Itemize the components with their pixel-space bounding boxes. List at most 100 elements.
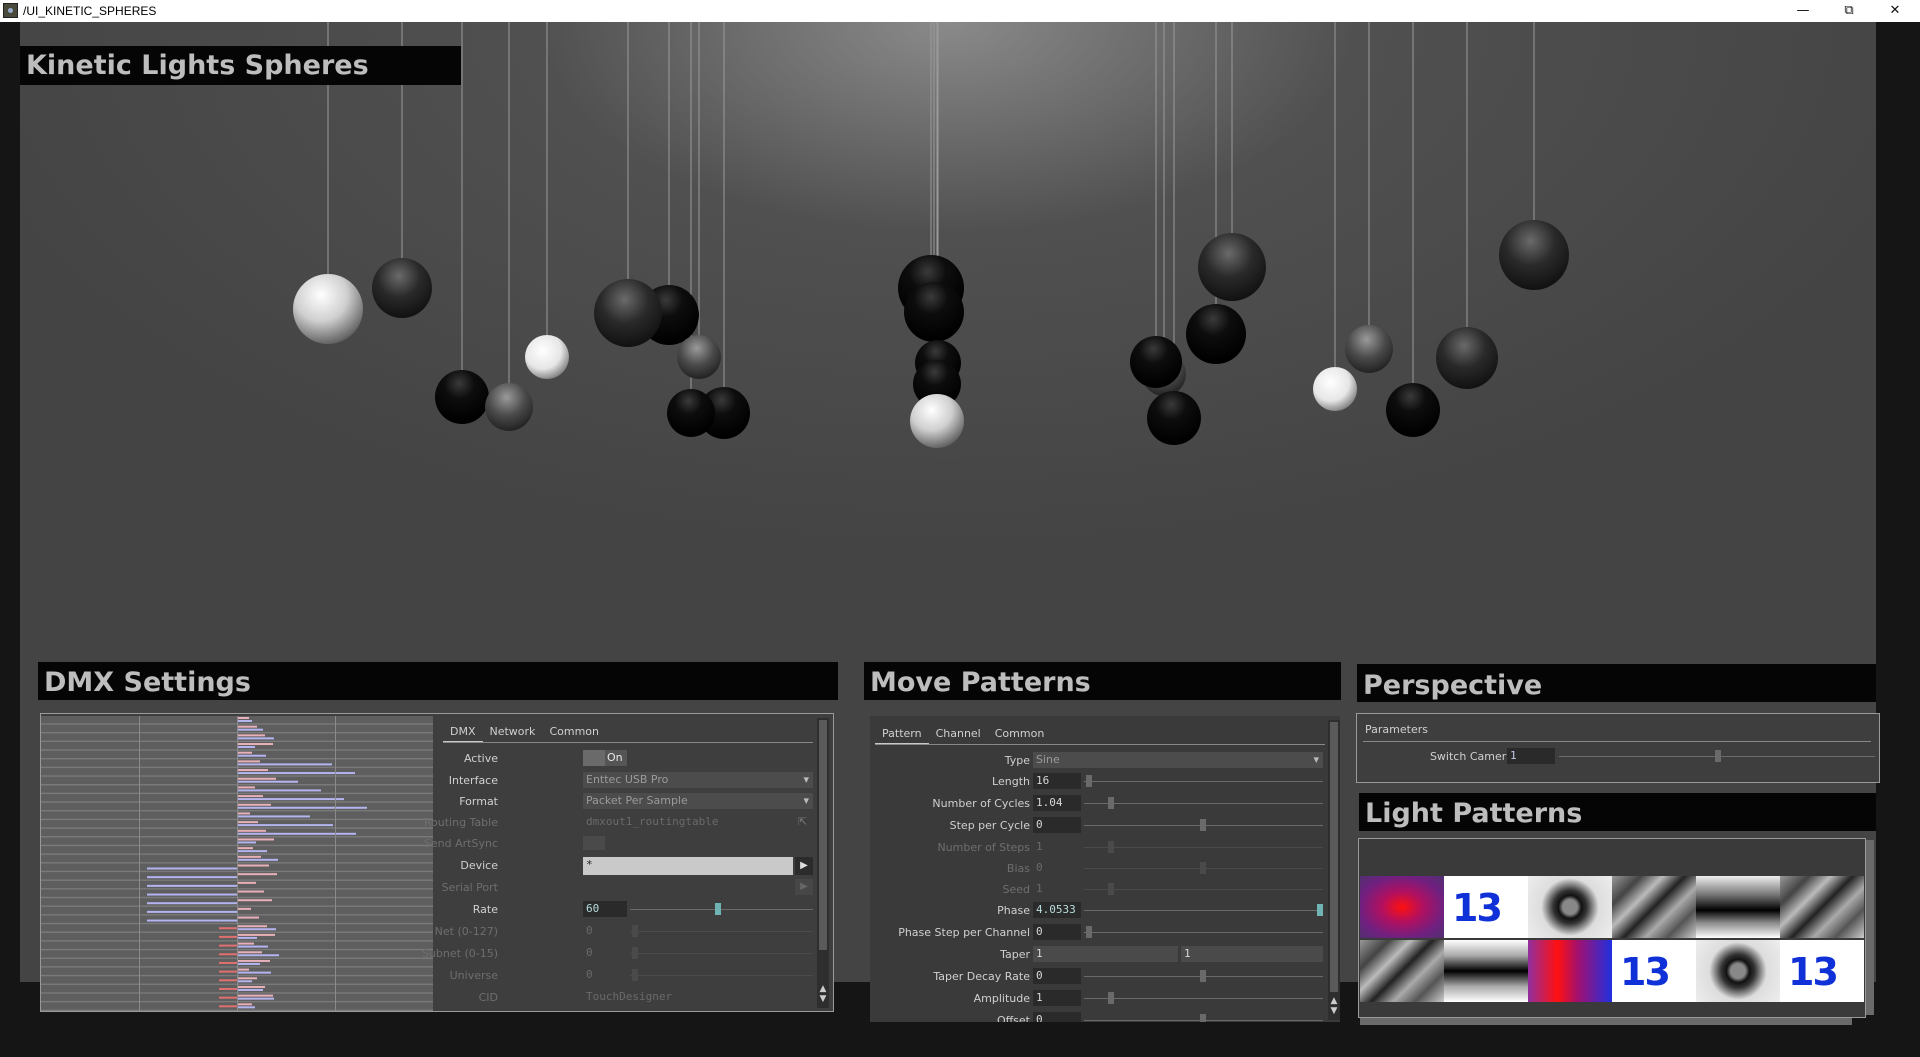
restore-icon[interactable]: ⧉ — [1826, 0, 1872, 22]
tab-pattern[interactable]: Pattern — [875, 725, 929, 745]
taper-decay-field[interactable]: 0 — [1033, 968, 1081, 984]
net-field[interactable]: 0 — [583, 923, 627, 939]
channel-bar — [237, 777, 276, 780]
seed-slider-knob[interactable] — [1108, 883, 1114, 895]
seed-field[interactable]: 1 — [1033, 881, 1081, 897]
universe-slider[interactable] — [630, 975, 813, 976]
light-pattern-tile[interactable]: 13 — [1612, 940, 1696, 1002]
step-field[interactable]: 0 — [1033, 817, 1081, 833]
cycles-slider-knob[interactable] — [1108, 797, 1114, 809]
seed-slider[interactable] — [1084, 889, 1323, 890]
net-slider-knob[interactable] — [632, 925, 638, 937]
channel-bar — [237, 832, 356, 835]
scroll-arrows-icon[interactable]: ▲ ▼ — [817, 984, 829, 1004]
length-slider-knob[interactable] — [1086, 775, 1092, 787]
length-label: Length — [992, 775, 1030, 788]
light-pattern-tile[interactable] — [1528, 940, 1612, 1002]
interface-menu[interactable]: Enttec USB Pro — [583, 772, 813, 788]
rate-slider[interactable] — [630, 909, 813, 910]
light-pattern-tile[interactable] — [1528, 876, 1612, 938]
cycles-field[interactable]: 1.04 — [1033, 795, 1081, 811]
device-field[interactable]: * — [583, 857, 793, 875]
amplitude-slider[interactable] — [1084, 998, 1323, 999]
nsteps-slider-knob[interactable] — [1108, 841, 1114, 853]
rate-label: Rate — [472, 903, 498, 916]
bias-field[interactable]: 0 — [1033, 860, 1081, 876]
kinetic-sphere — [1313, 367, 1357, 411]
phase-field[interactable]: 4.0533 — [1033, 902, 1081, 918]
subnet-field[interactable]: 0 — [583, 945, 627, 961]
light-pattern-tile[interactable] — [1444, 940, 1528, 1002]
channel-bar — [219, 979, 237, 982]
offset-slider-knob[interactable] — [1200, 1014, 1206, 1022]
format-menu[interactable]: Packet Per Sample — [583, 793, 813, 809]
minimize-icon[interactable]: — — [1780, 0, 1826, 22]
switch-camera-field[interactable]: 1 — [1507, 748, 1555, 764]
light-pattern-tile[interactable]: 13 — [1780, 940, 1864, 1002]
taper-field-1[interactable]: 1 — [1033, 946, 1178, 962]
nsteps-field[interactable]: 1 — [1033, 839, 1081, 855]
amplitude-slider-knob[interactable] — [1108, 992, 1114, 1004]
routing-label: Routing Table — [423, 816, 498, 829]
channel-bar — [237, 720, 252, 722]
cid-field[interactable]: TouchDesigner — [583, 989, 783, 1005]
length-field[interactable]: 16 — [1033, 773, 1081, 789]
rate-field[interactable]: 60 — [583, 901, 627, 917]
switch-camera-slider-knob[interactable] — [1715, 750, 1721, 762]
phase-step-field[interactable]: 0 — [1033, 924, 1081, 940]
length-slider[interactable] — [1084, 781, 1323, 782]
phase-step-slider[interactable] — [1084, 932, 1323, 933]
light-pattern-tile[interactable] — [1360, 940, 1444, 1002]
phase-step-slider-knob[interactable] — [1086, 926, 1092, 938]
net-label: Net (0-127) — [434, 925, 498, 938]
channel-bar — [237, 928, 276, 931]
tiles-h-scrollbar[interactable] — [1360, 1018, 1852, 1025]
tab-network[interactable]: Network — [483, 723, 543, 743]
tab-dmx[interactable]: DMX — [443, 723, 483, 743]
close-icon[interactable]: ✕ — [1872, 0, 1918, 22]
device-play-icon[interactable]: ▶ — [795, 857, 813, 875]
tab-channel[interactable]: Channel — [929, 725, 988, 745]
scroll-thumb[interactable] — [1330, 722, 1338, 992]
move-params-scrollbar[interactable]: ▲ ▼ — [1328, 720, 1340, 1020]
channel-bar — [237, 899, 272, 902]
dmx-tab-divider — [443, 742, 813, 743]
amplitude-field[interactable]: 1 — [1033, 990, 1081, 1006]
net-slider[interactable] — [630, 931, 813, 932]
taper-decay-slider-knob[interactable] — [1200, 970, 1206, 982]
tab-common[interactable]: Common — [542, 723, 606, 743]
serial-play-icon[interactable]: ▶ — [795, 879, 813, 895]
pick-icon[interactable]: ⇱ — [798, 815, 807, 828]
scroll-arrows-icon[interactable]: ▲ ▼ — [1328, 996, 1340, 1016]
light-pattern-tile[interactable]: 13 — [1444, 876, 1528, 938]
scroll-thumb[interactable] — [819, 720, 827, 950]
light-pattern-tile[interactable] — [1612, 876, 1696, 938]
offset-field[interactable]: 0 — [1033, 1012, 1081, 1022]
dmx-params-scrollbar[interactable]: ▲ ▼ — [817, 718, 829, 1008]
routing-field[interactable]: dmxout1_routingtable — [583, 814, 793, 830]
kinetic-sphere — [904, 282, 964, 342]
light-pattern-tile[interactable] — [1696, 940, 1780, 1002]
active-toggle[interactable]: On — [583, 750, 627, 766]
taper-field-2[interactable]: 1 — [1181, 946, 1323, 962]
amplitude-label: Amplitude — [973, 992, 1030, 1005]
cycles-slider[interactable] — [1084, 803, 1323, 804]
phase-slider[interactable] — [1084, 910, 1323, 911]
bias-slider-knob[interactable] — [1200, 862, 1206, 874]
step-slider-knob[interactable] — [1200, 819, 1206, 831]
light-pattern-tile[interactable] — [1360, 876, 1444, 938]
tab-common[interactable]: Common — [988, 725, 1052, 745]
type-menu[interactable]: Sine — [1033, 752, 1323, 768]
universe-slider-knob[interactable] — [632, 969, 638, 981]
tiles-v-scrollbar[interactable] — [1866, 840, 1874, 1015]
universe-field[interactable]: 0 — [583, 967, 627, 983]
artsync-toggle[interactable] — [583, 836, 605, 850]
subnet-slider-knob[interactable] — [632, 947, 638, 959]
type-label: Type — [1004, 754, 1030, 767]
nsteps-slider[interactable] — [1084, 847, 1323, 848]
light-pattern-tile[interactable] — [1696, 876, 1780, 938]
phase-slider-knob[interactable] — [1317, 904, 1323, 916]
light-pattern-tile[interactable] — [1780, 876, 1864, 938]
rate-slider-knob[interactable] — [714, 903, 721, 915]
subnet-slider[interactable] — [630, 953, 813, 954]
